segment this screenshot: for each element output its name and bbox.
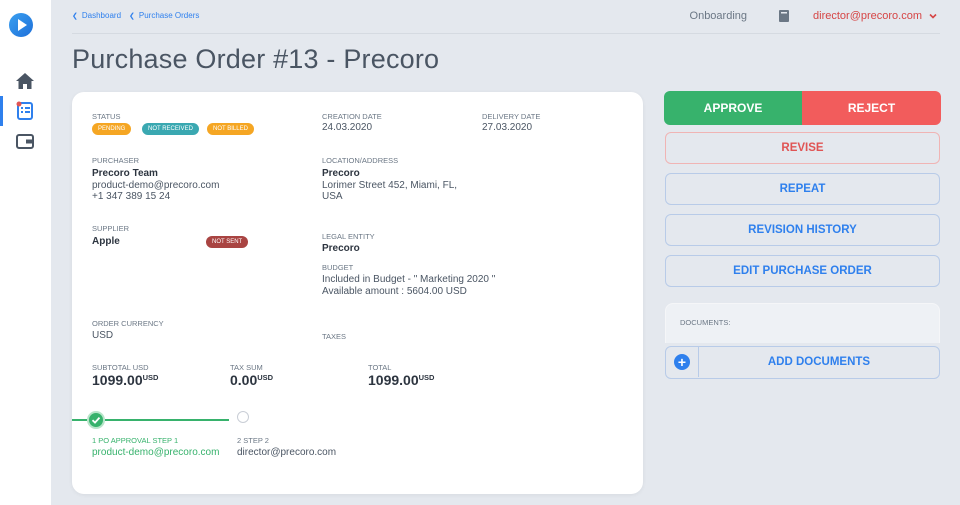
approval-progress-line <box>105 419 229 421</box>
supplier-status-badge: NOT SENT <box>206 236 249 248</box>
purchaser-name: Precoro Team <box>92 168 158 179</box>
currency: USD <box>92 330 114 341</box>
page-title: Purchase Order #13 - Precoro <box>72 44 440 74</box>
nav-active-indicator <box>0 96 3 126</box>
status-label: STATUS <box>92 112 121 121</box>
revise-button[interactable]: REVISE <box>665 132 940 164</box>
repeat-button[interactable]: REPEAT <box>665 173 940 205</box>
breadcrumb-purchase-orders[interactable]: ❮ Purchase Orders <box>129 11 199 20</box>
documents-panel: DOCUMENTS: <box>665 303 940 343</box>
user-menu[interactable]: director@precoro.com <box>813 10 922 22</box>
order-details-card: STATUS PENDING NOT RECEIVED NOT BILLED C… <box>72 92 643 494</box>
approval-progress-line <box>72 419 87 421</box>
budget-label: BUDGET <box>322 263 354 272</box>
add-documents-icon-cell[interactable]: + <box>666 347 699 377</box>
onboarding-link[interactable]: Onboarding <box>690 10 748 22</box>
purchaser-phone: +1 347 389 15 24 <box>92 191 171 202</box>
legal-entity-label: LEGAL ENTITY <box>322 232 375 241</box>
approval-step-2-email: director@precoro.com <box>237 447 337 458</box>
status-badge-not-received: NOT RECEIVED <box>142 123 199 135</box>
add-documents-label[interactable]: ADD DOCUMENTS <box>699 347 939 377</box>
location-name: Precoro <box>322 168 360 179</box>
approval-step-1-marker <box>87 411 105 429</box>
header-divider <box>72 33 940 34</box>
total-amount: 1099.00USD <box>368 372 435 388</box>
tax-sum-label: TAX SUM <box>230 363 263 372</box>
sidebar <box>0 0 51 505</box>
status-badge-pending: PENDING <box>92 123 132 135</box>
header-right: Onboarding director@precoro.com <box>690 9 938 23</box>
breadcrumb: ❮ Dashboard ❮ Purchase Orders <box>72 11 199 20</box>
revision-history-button[interactable]: REVISION HISTORY <box>665 214 940 246</box>
purchase-orders-icon[interactable] <box>15 101 35 121</box>
location-address-line1: Lorimer Street 452, Miami, FL, <box>322 180 458 191</box>
currency-label: ORDER CURRENCY <box>92 319 164 328</box>
approval-step-1-title: 1 PO APPROVAL STEP 1 <box>92 436 179 445</box>
purchaser-label: PURCHASER <box>92 156 140 165</box>
creation-date: 24.03.2020 <box>322 122 373 133</box>
approval-step-2-title: 2 STEP 2 <box>237 436 269 445</box>
delivery-date-label: DELIVERY DATE <box>482 112 541 121</box>
breadcrumb-dashboard[interactable]: ❮ Dashboard <box>72 11 121 20</box>
taxes-label: TAXES <box>322 332 347 341</box>
logo-icon[interactable] <box>8 12 34 38</box>
reject-button[interactable]: REJECT <box>802 91 941 125</box>
location-label: LOCATION/ADDRESS <box>322 156 399 165</box>
approval-step-1-email: product-demo@precoro.com <box>92 447 220 458</box>
supplier-label: SUPPLIER <box>92 224 130 233</box>
add-documents-button[interactable]: + ADD DOCUMENTS <box>665 346 940 379</box>
subtotal-amount: 1099.00USD <box>92 372 159 388</box>
wallet-icon[interactable] <box>15 131 35 151</box>
subtotal-label: SUBTOTAL USD <box>92 363 149 372</box>
total-label: TOTAL <box>368 363 392 372</box>
purchaser-email: product-demo@precoro.com <box>92 180 220 191</box>
budget-line1: Included in Budget - " Marketing 2020 " <box>322 274 496 285</box>
approve-button[interactable]: APPROVE <box>664 91 802 125</box>
creation-date-label: CREATION DATE <box>322 112 382 121</box>
delivery-date: 27.03.2020 <box>482 122 533 133</box>
status-badge-not-billed: NOT BILLED <box>207 123 254 135</box>
tax-sum-amount: 0.00USD <box>230 372 274 388</box>
edit-purchase-order-button[interactable]: EDIT PURCHASE ORDER <box>665 255 940 287</box>
budget-line2: Available amount : 5604.00 USD <box>322 286 467 297</box>
location-address-line2: USA <box>322 191 343 202</box>
supplier-name: Apple <box>92 236 120 247</box>
legal-entity: Precoro <box>322 243 360 254</box>
approval-step-2-marker <box>237 411 249 423</box>
check-icon <box>91 416 101 424</box>
plus-icon[interactable]: + <box>674 354 690 370</box>
book-icon[interactable] <box>777 9 791 23</box>
chevron-left-icon: ❮ <box>72 12 78 20</box>
chevron-down-icon[interactable] <box>928 11 938 21</box>
chevron-left-icon: ❮ <box>129 12 135 20</box>
home-icon[interactable] <box>15 71 35 91</box>
documents-label: DOCUMENTS: <box>680 318 731 327</box>
